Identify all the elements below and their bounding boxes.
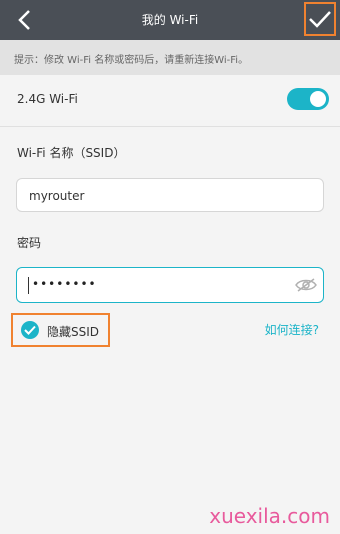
- divider: [0, 126, 340, 127]
- check-icon: [21, 321, 39, 339]
- ssid-value: myrouter: [29, 189, 85, 203]
- header-bar: 我的 Wi-Fi: [0, 0, 340, 40]
- password-input[interactable]: ••••••••: [16, 267, 324, 303]
- eye-hidden-icon[interactable]: [295, 277, 317, 293]
- text-cursor: [28, 277, 29, 294]
- password-value: ••••••••: [32, 277, 97, 291]
- checkmark-icon: [309, 11, 331, 28]
- page-title: 我的 Wi-Fi: [141, 13, 199, 27]
- tip-banner: 提示：修改 Wi-Fi 名称或密码后，请重新连接Wi-Fi。: [0, 40, 340, 75]
- band-label: 2.4G Wi-Fi: [17, 92, 78, 106]
- ssid-label: Wi-Fi 名称（SSID）: [17, 146, 126, 160]
- hide-ssid-label: 隐藏SSID: [47, 325, 100, 339]
- how-to-connect-link[interactable]: 如何连接?: [265, 321, 319, 338]
- tip-text: 提示：修改 Wi-Fi 名称或密码后，请重新连接Wi-Fi。: [14, 55, 249, 66]
- hide-ssid-checkbox[interactable]: 隐藏SSID: [11, 313, 110, 347]
- ssid-input[interactable]: myrouter: [16, 178, 324, 212]
- watermark: xuexila.com: [209, 504, 330, 528]
- band-toggle[interactable]: [287, 88, 329, 110]
- confirm-button[interactable]: [304, 2, 336, 36]
- password-label: 密码: [17, 236, 42, 250]
- toggle-knob: [310, 91, 326, 107]
